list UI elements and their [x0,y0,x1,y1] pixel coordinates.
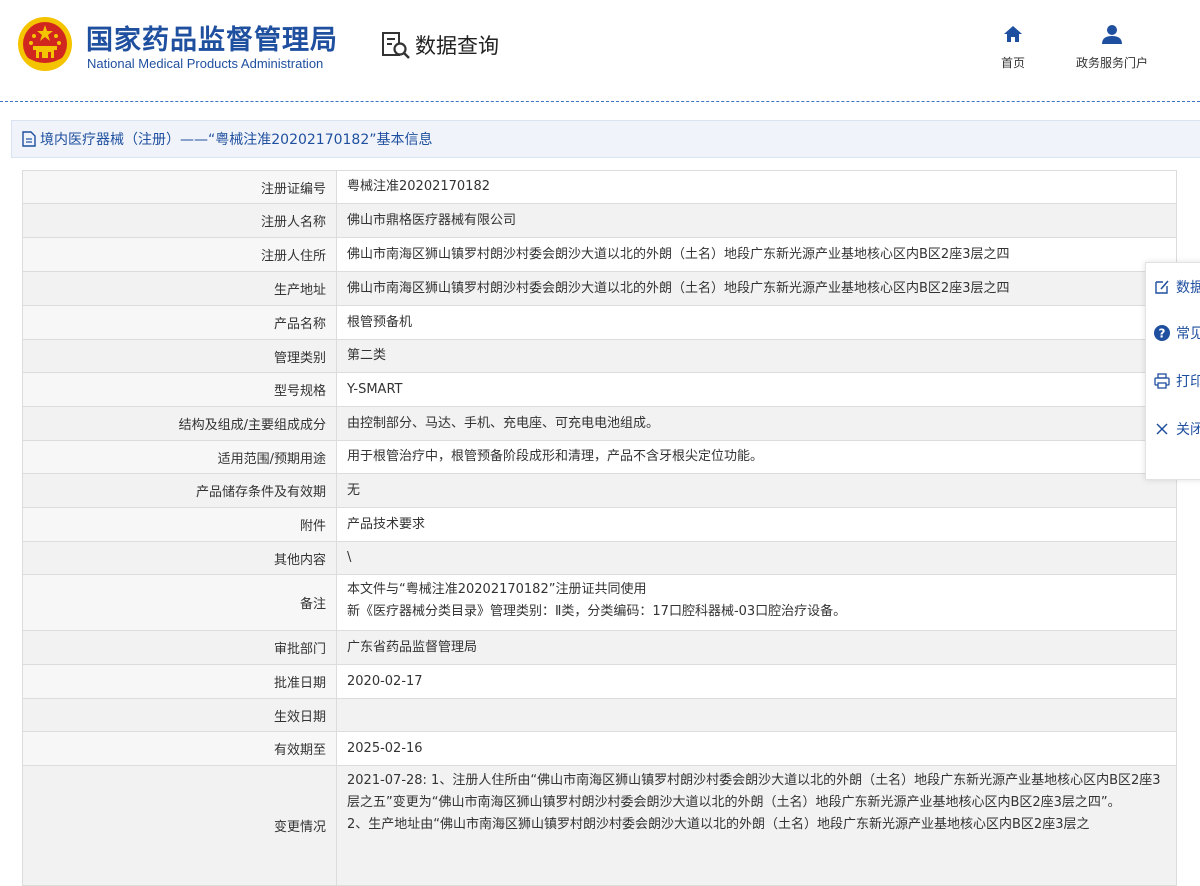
field-label: 批准日期 [22,664,337,699]
field-label: 管理类别 [22,339,337,373]
table-row: 变更情况 2021-07-28: 1、注册人住所由“佛山市南海区狮山镇罗村朗沙村委… [22,765,1177,886]
field-value: 由控制部分、马达、手机、充电座、可充电电池组成。 [336,406,1177,441]
field-value: \ [336,541,1177,575]
field-value: 用于根管治疗中，根管预备阶段成形和清理，产品不含牙根尖定位功能。 [336,440,1177,474]
table-row: 附件 产品技术要求 [22,507,1177,542]
field-label: 生效日期 [22,698,337,732]
side-print-button[interactable]: 打印 [1146,361,1200,401]
field-label: 附件 [22,507,337,542]
field-value: Y-SMART [336,372,1177,407]
page-title-bar: 境内医疗器械（注册）——“粤械注准20202170182”基本信息 [11,120,1200,158]
field-label: 其他内容 [22,541,337,575]
floating-side-panel: 数据 ? 常见 打印 关闭 [1145,262,1200,480]
data-query-label: 数据查询 [415,34,499,58]
table-row: 其他内容 \ [22,541,1177,575]
field-label: 型号规格 [22,372,337,407]
field-value: 广东省药品监督管理局 [336,630,1177,665]
field-label: 注册人名称 [22,203,337,238]
svg-text:?: ? [1159,327,1166,341]
field-label: 注册人住所 [22,237,337,272]
help-icon: ? [1154,325,1170,341]
field-label: 注册证编号 [22,170,337,204]
side-close-label: 关闭 [1176,422,1200,438]
table-row: 适用范围/预期用途 用于根管治疗中，根管预备阶段成形和清理，产品不含牙根尖定位功能… [22,440,1177,474]
user-icon [1102,25,1122,44]
page-title: 境内医疗器械（注册）——“粤械注准20202170182”基本信息 [40,132,433,148]
field-value: 产品技术要求 [336,507,1177,542]
field-value: 2021-07-28: 1、注册人住所由“佛山市南海区狮山镇罗村朗沙村委会朗沙大… [336,765,1177,886]
field-value: 第二类 [336,339,1177,373]
table-row: 型号规格 Y-SMART [22,372,1177,407]
field-value: 2025-02-16 [336,731,1177,766]
field-label: 变更情况 [22,765,337,886]
field-value: 根管预备机 [336,305,1177,340]
table-row: 注册证编号 粤械注准20202170182 [22,170,1177,204]
edit-icon [1155,280,1169,294]
data-query-link[interactable]: 数据查询 [381,30,499,60]
side-data-label: 数据 [1176,280,1200,296]
print-icon [1154,373,1170,389]
table-row: 结构及组成/主要组成成分 由控制部分、马达、手机、充电座、可充电电池组成。 [22,406,1177,441]
field-label: 产品名称 [22,305,337,340]
field-label: 备注 [22,574,337,631]
field-label: 生产地址 [22,271,337,306]
field-value: 2020-02-17 [336,664,1177,699]
table-row: 产品名称 根管预备机 [22,305,1177,340]
table-row: 注册人住所 佛山市南海区狮山镇罗村朗沙村委会朗沙大道以北的外朗（土名）地段广东新光… [22,237,1177,272]
side-close-button[interactable]: 关闭 [1146,409,1200,449]
table-row: 生产地址 佛山市南海区狮山镇罗村朗沙村委会朗沙大道以北的外朗（土名）地段广东新光源… [22,271,1177,306]
side-print-label: 打印 [1176,374,1200,390]
field-value: 本文件与“粤械注准20202170182”注册证共同使用新《医疗器械分类目录》管… [336,574,1177,631]
org-name-en: National Medical Products Administration [87,56,324,71]
field-value: 佛山市南海区狮山镇罗村朗沙村委会朗沙大道以北的外朗（土名）地段广东新光源产业基地… [336,271,1177,306]
home-icon [1004,26,1022,42]
field-label: 有效期至 [22,731,337,766]
side-data-button[interactable]: 数据 [1146,267,1200,307]
table-row: 审批部门 广东省药品监督管理局 [22,630,1177,665]
document-icon [22,131,36,147]
side-faq-button[interactable]: ? 常见 [1146,313,1200,353]
site-header: 国家药品监督管理局 National Medical Products Admi… [0,0,1200,102]
search-document-icon [382,32,410,59]
nav-home[interactable]: 首页 [995,24,1031,71]
table-row: 备注 本文件与“粤械注准20202170182”注册证共同使用新《医疗器械分类目录… [22,574,1177,631]
field-value-line: 2021-07-28: 1、注册人住所由“佛山市南海区狮山镇罗村朗沙村委会朗沙大… [347,773,1161,810]
table-row: 产品储存条件及有效期无 [22,473,1177,508]
field-value: 佛山市鼎格医疗器械有限公司 [336,203,1177,238]
org-name-cn: 国家药品监督管理局 [86,25,338,56]
nav-portal-label: 政务服务门户 [1075,56,1148,70]
national-emblem-icon [18,17,72,71]
table-row: 生效日期 [22,698,1177,732]
close-icon [1156,423,1168,435]
field-value: 佛山市南海区狮山镇罗村朗沙村委会朗沙大道以北的外朗（土名）地段广东新光源产业基地… [336,237,1177,272]
registration-detail-table: 注册证编号 粤械注准20202170182 注册人名称 佛山市鼎格医疗器械有限公司 注册… [22,170,1177,886]
field-value: 粤械注准20202170182 [336,170,1177,204]
field-value: 无 [336,473,1177,508]
table-row: 有效期至 2025-02-16 [22,731,1177,766]
field-label: 审批部门 [22,630,337,665]
nav-home-label: 首页 [1000,56,1025,70]
table-row: 管理类别 第二类 [22,339,1177,373]
field-value-line: 本文件与“粤械注准20202170182”注册证共同使用 [347,582,647,597]
table-row: 注册人名称 佛山市鼎格医疗器械有限公司 [22,203,1177,238]
side-faq-label: 常见 [1176,326,1200,342]
field-label: 结构及组成/主要组成成分 [22,406,337,441]
table-row: 批准日期 2020-02-17 [22,664,1177,699]
nav-service-portal[interactable]: 政务服务门户 [1066,24,1158,71]
field-label: 适用范围/预期用途 [22,440,337,474]
field-value [336,698,1177,732]
field-value-line: 2、生产地址由“佛山市南海区狮山镇罗村朗沙村委会朗沙大道以北的外朗（土名）地段广… [347,817,1090,832]
field-value-line: 新《医疗器械分类目录》管理类别：Ⅱ类，分类编码：17口腔科器械-03口腔治疗设备… [347,604,847,619]
field-label: 产品储存条件及有效期 [22,473,337,508]
